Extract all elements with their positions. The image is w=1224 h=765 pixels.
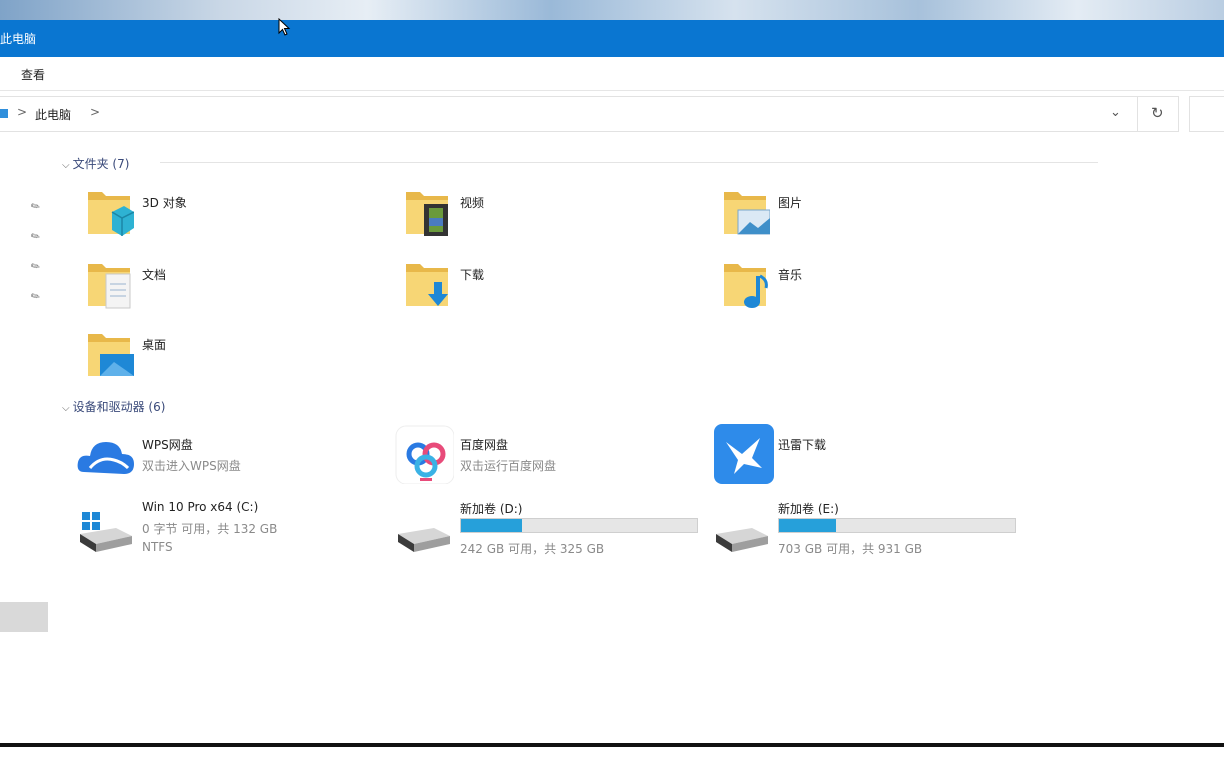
device-item-drive-c[interactable]: Win 10 Pro x64 (C:) 0 字节 可用，共 132 GB NTF… <box>76 496 376 558</box>
device-label: 百度网盘 <box>460 438 509 452</box>
folder-item-videos[interactable]: 视频 <box>402 186 682 242</box>
device-item-drive-e[interactable]: 新加卷 (E:) 703 GB 可用，共 931 GB <box>712 496 1022 558</box>
capacity-bar <box>778 518 1016 533</box>
devices-group-header[interactable]: ⌵ 设备和驱动器 (6) <box>62 398 165 415</box>
mouse-cursor-icon <box>278 18 291 36</box>
baidu-netdisk-icon <box>395 425 455 485</box>
device-label: 新加卷 (E:) <box>778 502 839 516</box>
videos-folder-icon <box>406 192 448 236</box>
breadcrumb-this-pc[interactable]: 此电脑 <box>35 106 71 123</box>
desktop-folder-icon <box>88 334 134 376</box>
tab-view[interactable]: 查看 <box>21 66 45 83</box>
device-label: 迅雷下载 <box>778 438 827 452</box>
folder-item-music[interactable]: 音乐 <box>720 258 1000 314</box>
folder-label: 下载 <box>460 268 485 282</box>
pictures-folder-icon <box>724 192 771 235</box>
folder-label: 视频 <box>460 196 485 210</box>
folders-group-header[interactable]: ⌵ 文件夹 (7) <box>62 155 129 172</box>
capacity-bar <box>460 518 698 533</box>
chevron-down-icon[interactable]: ⌄ <box>1110 105 1121 120</box>
devices-group-label: 设备和驱动器 (6) <box>72 400 166 414</box>
device-description: 双击运行百度网盘 <box>460 459 557 473</box>
music-folder-icon <box>724 264 768 308</box>
breadcrumb-separator[interactable]: > <box>17 105 27 119</box>
wps-cloud-icon <box>77 442 134 474</box>
status-bar-block <box>0 602 48 632</box>
folder-label: 3D 对象 <box>142 196 187 210</box>
device-item-baidu[interactable]: 百度网盘 双击运行百度网盘 <box>394 424 694 485</box>
hard-drive-icon <box>398 528 450 552</box>
device-item-wps[interactable]: WPS网盘 双击进入WPS网盘 <box>76 428 376 484</box>
device-item-drive-d[interactable]: 新加卷 (D:) 242 GB 可用，共 325 GB <box>394 496 704 558</box>
ribbon: 查看 <box>0 57 1224 91</box>
device-description: 双击进入WPS网盘 <box>142 459 241 473</box>
xunlei-icon <box>714 424 774 484</box>
window-title: 此电脑 <box>0 32 37 46</box>
pin-icon[interactable]: ✎ <box>28 289 42 305</box>
device-label: Win 10 Pro x64 (C:) <box>142 500 259 514</box>
folder-label: 图片 <box>778 196 803 210</box>
folder-item-3d-objects[interactable]: 3D 对象 <box>84 186 364 242</box>
desktop-background <box>0 0 1224 20</box>
address-bar[interactable]: > 此电脑 > ⌄ <box>0 96 1138 132</box>
title-bar[interactable]: 此电脑 <box>0 20 1224 57</box>
folder-label: 音乐 <box>778 268 803 282</box>
search-input[interactable] <box>1189 96 1224 132</box>
folder-label: 桌面 <box>142 338 167 352</box>
refresh-icon: ↻ <box>1151 104 1164 122</box>
device-filesystem: NTFS <box>142 540 173 554</box>
group-divider <box>160 162 1098 163</box>
device-capacity: 0 字节 可用，共 132 GB <box>142 522 278 536</box>
this-pc-icon <box>0 109 8 118</box>
capacity-bar-fill <box>461 519 523 532</box>
folder-item-downloads[interactable]: 下载 <box>402 258 682 314</box>
capacity-bar-fill <box>779 519 836 532</box>
folder-item-documents[interactable]: 文档 <box>84 258 364 314</box>
device-item-xunlei[interactable]: 迅雷下载 <box>712 424 1012 486</box>
device-capacity: 703 GB 可用，共 931 GB <box>778 542 923 556</box>
device-label: 新加卷 (D:) <box>460 502 523 516</box>
folder-item-pictures[interactable]: 图片 <box>720 186 1000 242</box>
refresh-button[interactable]: ↻ <box>1137 96 1179 132</box>
documents-folder-icon <box>88 264 131 309</box>
folders-group-label: 文件夹 (7) <box>72 157 130 171</box>
chevron-down-icon: ⌵ <box>62 160 70 171</box>
chevron-down-icon: ⌵ <box>62 403 70 414</box>
folder-label: 文档 <box>142 268 167 282</box>
breadcrumb-separator[interactable]: > <box>90 105 100 119</box>
hard-drive-icon <box>716 528 768 552</box>
pin-icon[interactable]: ✎ <box>28 199 42 215</box>
windows-drive-icon <box>80 512 132 552</box>
pin-icon[interactable]: ✎ <box>28 259 42 275</box>
pin-icon[interactable]: ✎ <box>28 229 42 245</box>
folder-item-desktop[interactable]: 桌面 <box>84 328 364 384</box>
window-bottom-border <box>0 743 1224 747</box>
device-capacity: 242 GB 可用，共 325 GB <box>460 542 605 556</box>
address-row: > 此电脑 > ⌄ ↻ <box>0 96 1224 132</box>
downloads-folder-icon <box>406 264 448 306</box>
device-label: WPS网盘 <box>142 438 193 452</box>
3d-objects-folder-icon <box>88 192 135 236</box>
